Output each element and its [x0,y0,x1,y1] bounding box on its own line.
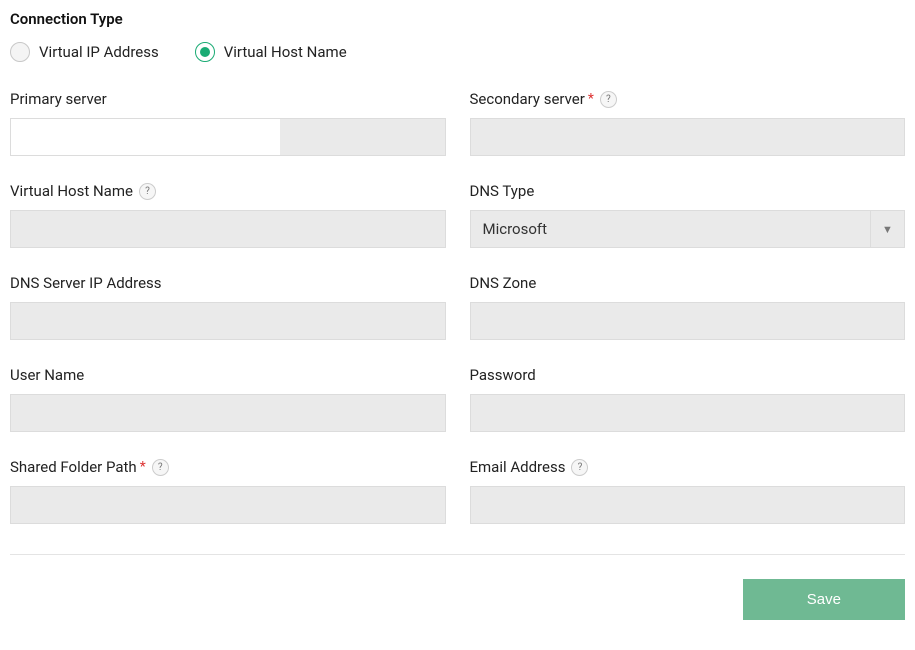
section-title: Connection Type [10,10,905,28]
user-name-label: User Name [10,366,84,384]
dns-zone-input[interactable] [470,302,906,340]
user-name-field: User Name [10,366,446,432]
shared-folder-path-field: Shared Folder Path* ? [10,458,446,524]
radio-virtual-ip-label: Virtual IP Address [39,43,159,61]
required-mark: * [140,459,146,475]
shared-folder-path-input[interactable] [10,486,446,524]
help-icon[interactable]: ? [139,183,156,200]
dns-server-ip-label: DNS Server IP Address [10,274,162,292]
password-label: Password [470,366,536,384]
button-row: Save [10,579,905,620]
shared-folder-path-label: Shared Folder Path [10,458,137,476]
virtual-host-name-label: Virtual Host Name [10,182,133,200]
help-icon[interactable]: ? [152,459,169,476]
virtual-host-name-field: Virtual Host Name ? [10,182,446,248]
chevron-down-icon: ▼ [870,211,904,247]
dns-type-select[interactable]: Microsoft ▼ [470,210,906,248]
save-button[interactable]: Save [743,579,905,620]
dns-server-ip-field: DNS Server IP Address [10,274,446,340]
dns-type-field: DNS Type Microsoft ▼ [470,182,906,248]
help-icon[interactable]: ? [600,91,617,108]
password-input[interactable] [470,394,906,432]
radio-icon [195,42,215,62]
dns-type-value: Microsoft [471,220,871,238]
primary-server-input[interactable] [11,119,280,155]
virtual-host-name-input[interactable] [10,210,446,248]
email-address-input[interactable] [470,486,906,524]
primary-server-field: Primary server [10,90,446,156]
secondary-server-field: Secondary server* ? [470,90,906,156]
required-mark: * [588,91,594,107]
email-address-label: Email Address [470,458,566,476]
radio-virtual-host[interactable]: Virtual Host Name [195,42,347,62]
help-icon[interactable]: ? [571,459,588,476]
email-address-field: Email Address ? [470,458,906,524]
password-field: Password [470,366,906,432]
dns-zone-field: DNS Zone [470,274,906,340]
dns-type-label: DNS Type [470,182,535,200]
connection-type-radio-group: Virtual IP Address Virtual Host Name [10,42,905,62]
user-name-input[interactable] [10,394,446,432]
radio-virtual-ip[interactable]: Virtual IP Address [10,42,159,62]
dns-server-ip-input[interactable] [10,302,446,340]
secondary-server-label: Secondary server [470,90,585,108]
primary-server-input-wrap [10,118,446,156]
secondary-server-input[interactable] [470,118,906,156]
radio-icon [10,42,30,62]
form-grid: Primary server Secondary server* ? Virtu… [10,90,905,524]
primary-server-label: Primary server [10,90,107,108]
dns-zone-label: DNS Zone [470,274,537,292]
radio-dot-icon [200,47,210,57]
divider [10,554,905,555]
radio-virtual-host-label: Virtual Host Name [224,43,347,61]
